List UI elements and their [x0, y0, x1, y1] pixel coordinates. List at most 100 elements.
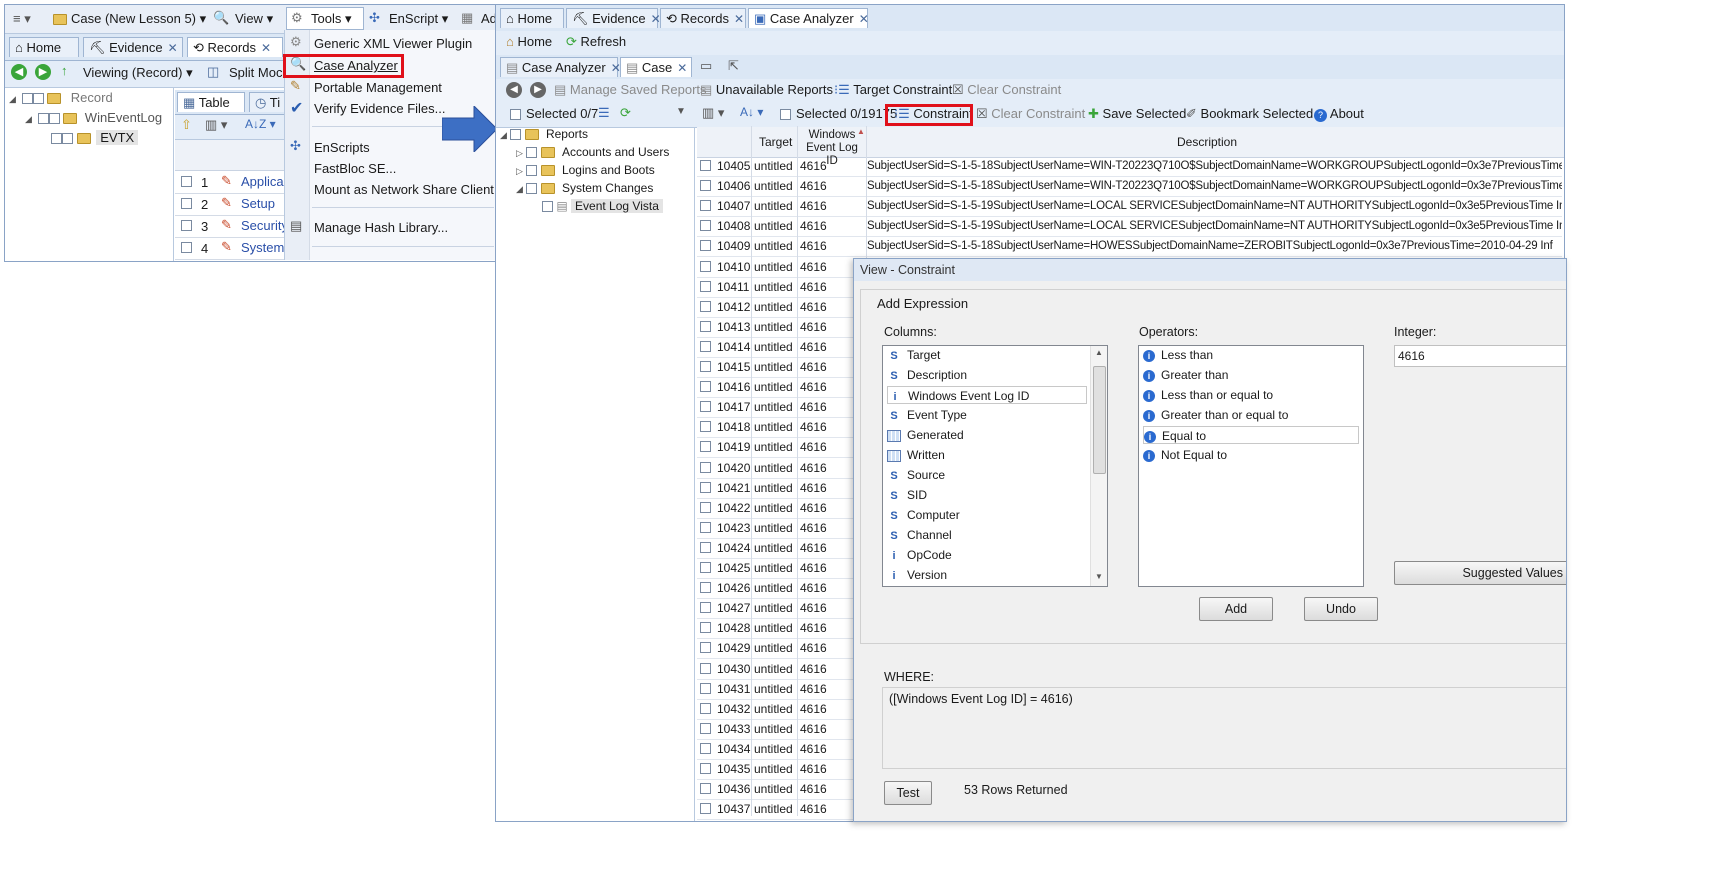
expand-icon[interactable]: ▷: [516, 148, 523, 158]
row-checkbox[interactable]: [700, 763, 711, 774]
row-checkbox[interactable]: [700, 722, 711, 734]
column-option[interactable]: Written: [887, 446, 945, 464]
columns-icon[interactable]: ▥ ▾: [702, 105, 724, 121]
unavailable-reports-button[interactable]: ▤ Unavailable Reports: [700, 79, 833, 101]
row-checkbox[interactable]: [700, 803, 711, 815]
back-icon[interactable]: ◀: [11, 64, 27, 80]
tree-checkbox[interactable]: [62, 133, 73, 145]
tree-checkbox[interactable]: [526, 147, 538, 159]
table-row[interactable]: 10405 untitled 4616 SubjectUserSid=S-1-5-18…: [697, 156, 1562, 177]
hamburger-icon[interactable]: ≡ ▾: [13, 11, 31, 27]
row-checkbox[interactable]: [700, 682, 711, 694]
tree-node-event-log-vista[interactable]: ▤ Event Log Vista: [542, 199, 663, 213]
undo-button[interactable]: Undo: [1304, 597, 1378, 621]
dropdown-arrow-icon[interactable]: ▼: [676, 106, 686, 117]
select-all-right-checkbox[interactable]: [780, 109, 791, 120]
row-checkbox[interactable]: [700, 260, 711, 272]
case-menu[interactable]: Case (New Lesson 5) ▾: [71, 11, 206, 27]
row-checkbox[interactable]: [700, 441, 711, 453]
operator-option[interactable]: i Less than or equal to: [1143, 386, 1273, 404]
export-icon[interactable]: ⇱: [728, 58, 739, 74]
column-option[interactable]: i Version: [887, 566, 947, 584]
columns-scrollbar[interactable]: ▲ ▼: [1090, 346, 1107, 586]
close-icon[interactable]: ✕: [677, 61, 687, 75]
tree-checkbox[interactable]: [510, 129, 522, 141]
tree-checkbox[interactable]: [37, 113, 49, 125]
home-button[interactable]: ⌂ Home: [506, 31, 552, 53]
tree-node-accounts-users[interactable]: ▷ Accounts and Users: [516, 145, 669, 159]
refresh-button[interactable]: ⟳ Refresh: [566, 31, 626, 53]
operator-option[interactable]: i Not Equal to: [1143, 446, 1227, 464]
about-button[interactable]: ? About: [1314, 103, 1364, 125]
close-icon[interactable]: ✕: [261, 41, 271, 55]
row-checkbox[interactable]: [700, 381, 711, 393]
row-checkbox[interactable]: [700, 562, 711, 573]
integer-input[interactable]: 4616: [1394, 345, 1566, 367]
view-menu[interactable]: View ▾: [235, 11, 273, 27]
menu-item-fastbloc[interactable]: FastBloc SE...: [288, 159, 494, 179]
suggested-values-button[interactable]: Suggested Values: [1394, 561, 1566, 585]
row-checkbox[interactable]: [700, 521, 711, 533]
row-checkbox[interactable]: [181, 242, 192, 253]
add-button[interactable]: Add: [1199, 597, 1273, 621]
row-checkbox[interactable]: [700, 421, 711, 433]
menu-item-portable-management[interactable]: ✎ Portable Management: [288, 78, 494, 98]
tree-checkbox[interactable]: [526, 183, 538, 195]
save-selected-button[interactable]: ✚ Save Selected: [1088, 103, 1186, 125]
clear-constraint-button[interactable]: ☒ Clear Constraint: [952, 79, 1061, 101]
column-header-target[interactable]: Target: [759, 135, 792, 149]
column-option[interactable]: S Description: [887, 366, 967, 384]
menu-item-manage-hash[interactable]: ▤ Manage Hash Library...: [288, 218, 494, 238]
row-checkbox[interactable]: [700, 481, 711, 493]
tab-table[interactable]: ▦ Table: [177, 92, 245, 112]
row-checkbox[interactable]: [700, 742, 711, 754]
back-icon[interactable]: ◀: [506, 82, 522, 98]
select-all-left-checkbox[interactable]: [510, 109, 521, 120]
row-checkbox[interactable]: [700, 340, 711, 352]
target-constraint-button[interactable]: ⁝☰ Target Constraint: [834, 79, 952, 101]
row-checkbox[interactable]: [700, 240, 711, 252]
row-checkbox[interactable]: [700, 501, 711, 513]
tree-checkbox[interactable]: [51, 133, 62, 145]
operator-option[interactable]: i Greater than: [1143, 366, 1228, 384]
tree-checkbox[interactable]: [48, 113, 60, 125]
tree-node-logins-boots[interactable]: ▷ Logins and Boots: [516, 163, 655, 177]
row-checkbox[interactable]: [700, 662, 711, 674]
row-checkbox[interactable]: [700, 582, 711, 594]
tools-menu-button[interactable]: ⚙ Tools ▾: [286, 7, 364, 30]
column-option[interactable]: Generated: [887, 426, 964, 444]
test-button[interactable]: Test: [884, 781, 932, 805]
viewing-dropdown[interactable]: Viewing (Record) ▾: [83, 65, 193, 81]
tab-case-analyzer-sub[interactable]: ▤ Case Analyzer ✕: [500, 57, 621, 77]
refresh-icon[interactable]: ⟳: [620, 105, 631, 121]
operator-option[interactable]: i Greater than or equal to: [1143, 406, 1288, 424]
close-icon[interactable]: ✕: [859, 12, 869, 26]
tree-checkbox[interactable]: [526, 165, 538, 177]
row-checkbox[interactable]: [700, 541, 711, 553]
row-checkbox[interactable]: [700, 401, 711, 413]
tree-checkbox[interactable]: [542, 201, 553, 213]
collapse-icon[interactable]: ◢: [25, 114, 32, 124]
row-checkbox[interactable]: [700, 702, 711, 714]
collapse-icon[interactable]: ◢: [500, 130, 507, 140]
row-checkbox[interactable]: [700, 602, 711, 614]
columns-icon[interactable]: ▥ ▾: [205, 117, 227, 133]
menu-item-generic-xml[interactable]: ⚙ Generic XML Viewer Plugin: [288, 34, 494, 54]
menu-item-mount-network-share[interactable]: Mount as Network Share Client: [288, 180, 494, 200]
table-row[interactable]: 10409 untitled 4616 SubjectUserSid=S-1-5-18…: [697, 236, 1562, 258]
table-row[interactable]: 10406 untitled 4616 SubjectUserSid=S-1-5-18…: [697, 176, 1562, 198]
row-checkbox[interactable]: [700, 200, 711, 212]
tab-case[interactable]: ▤ Case ✕: [620, 57, 692, 77]
column-option[interactable]: S Computer: [887, 506, 959, 524]
row-checkbox[interactable]: [700, 361, 711, 372]
scroll-thumb[interactable]: [1093, 366, 1106, 474]
scroll-down-icon[interactable]: ▼: [1095, 572, 1103, 581]
collapse-icon[interactable]: ◢: [9, 94, 16, 104]
table-row[interactable]: 10407 untitled 4616 SubjectUserSid=S-1-5-19…: [697, 196, 1562, 218]
add-menu[interactable]: Ad: [481, 11, 495, 26]
tab-home[interactable]: ⌂ Home: [500, 8, 564, 28]
row-checkbox[interactable]: [700, 320, 711, 332]
tree-node-reports[interactable]: ◢ Reports: [500, 127, 588, 141]
tab-case-analyzer[interactable]: ▣ Case Analyzer ✕: [748, 8, 869, 28]
tab-home[interactable]: ⌂ Home: [9, 37, 79, 57]
